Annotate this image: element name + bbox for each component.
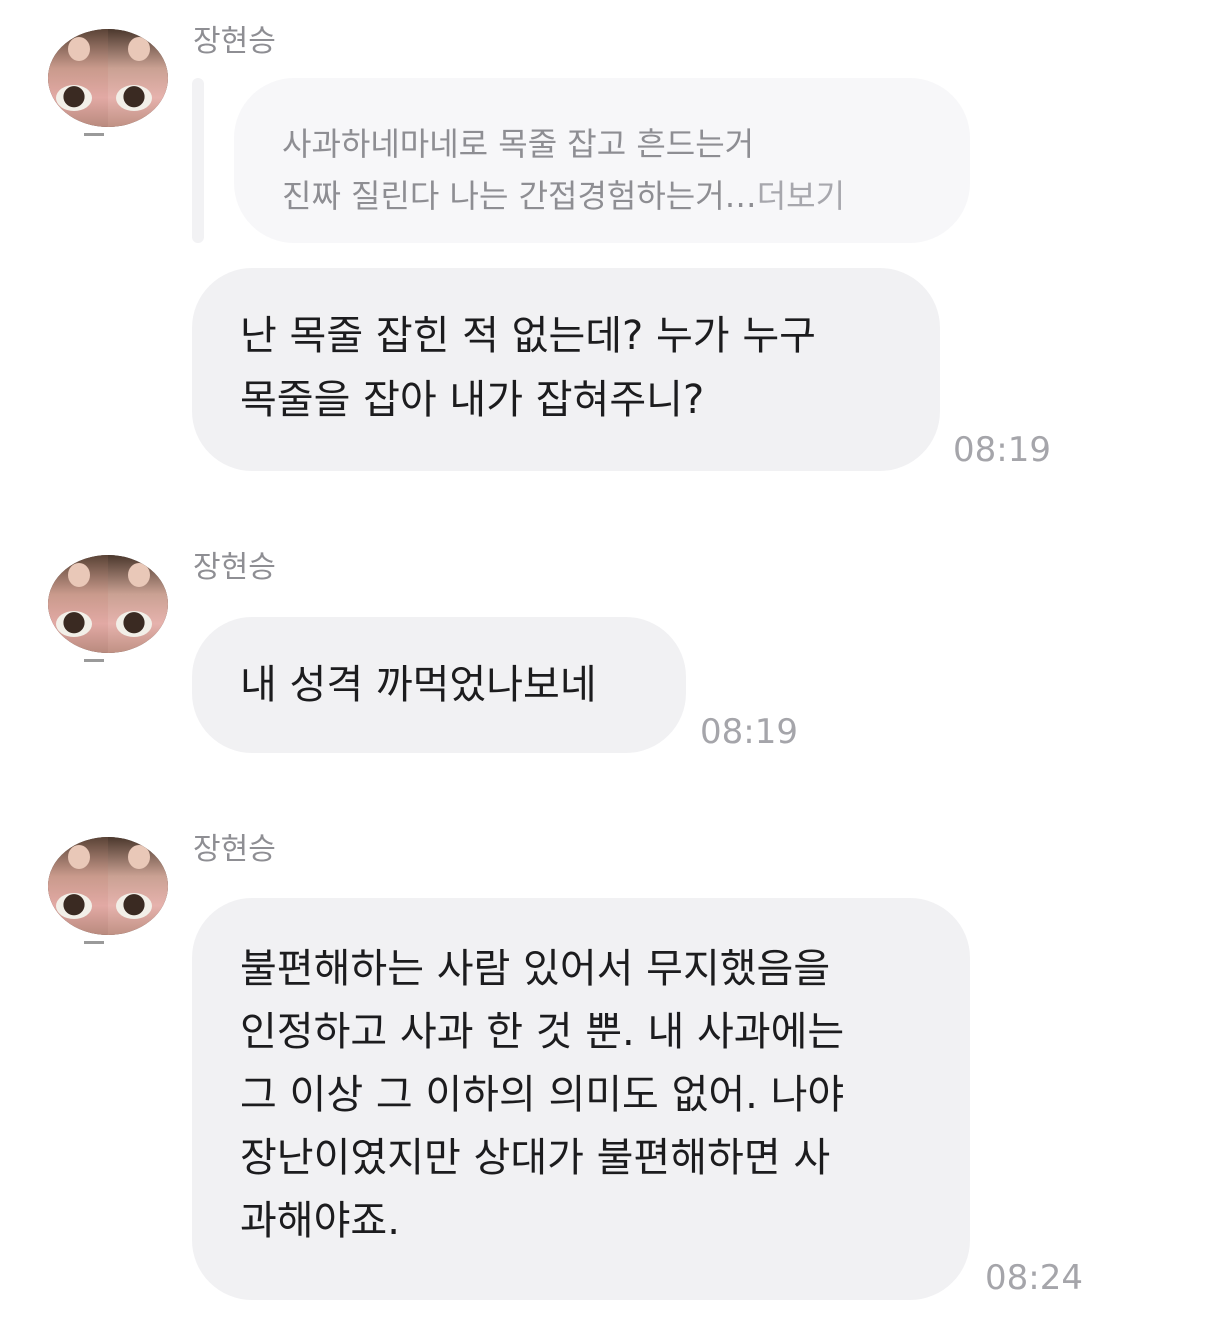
avatar-bowl-left [56,611,92,637]
message-bubble[interactable]: 불편해하는 사람 있어서 무지했음을 인정하고 사과 한 것 뿐. 내 사과에는… [192,898,970,1300]
avatar-bowl-right [116,611,152,637]
avatar-face-left [68,563,90,587]
avatar-bowl-left [56,85,92,111]
avatar-bowl-left [56,893,92,919]
avatar-caption [84,941,104,944]
avatar-face-right [128,37,150,61]
quoted-message[interactable]: 사과하네마네로 목줄 잡고 흔드는거 진짜 질린다 나는 간접경험하는거…더보기 [234,78,970,243]
avatar-face-right [128,563,150,587]
sender-avatar[interactable] [48,837,168,935]
sender-avatar[interactable] [48,29,168,127]
avatar-bowl-right [116,893,152,919]
sender-avatar[interactable] [48,555,168,653]
sender-name: 장현승 [193,832,276,867]
quote-line-2: 진짜 질린다 나는 간접경험하는거… [282,177,757,215]
show-more-link[interactable]: 더보기 [757,177,845,215]
message-bubble[interactable]: 난 목줄 잡힌 적 없는데? 누가 누구 목줄을 잡아 내가 잡혀주니? [192,268,940,471]
message-time: 08:24 [985,1258,1083,1298]
message-time: 08:19 [700,712,798,752]
avatar-bowl-right [116,85,152,111]
quote-line-1: 사과하네마네로 목줄 잡고 흔드는거 [282,125,755,163]
avatar-caption [84,659,104,662]
sender-name: 장현승 [193,24,276,59]
quote-bar [192,78,204,243]
message-time: 08:19 [953,430,1051,470]
avatar-face-right [128,845,150,869]
sender-name: 장현승 [193,550,276,585]
avatar-caption [84,133,104,136]
avatar-face-left [68,845,90,869]
avatar-face-left [68,37,90,61]
message-bubble[interactable]: 내 성격 까먹었나보네 [192,617,686,753]
